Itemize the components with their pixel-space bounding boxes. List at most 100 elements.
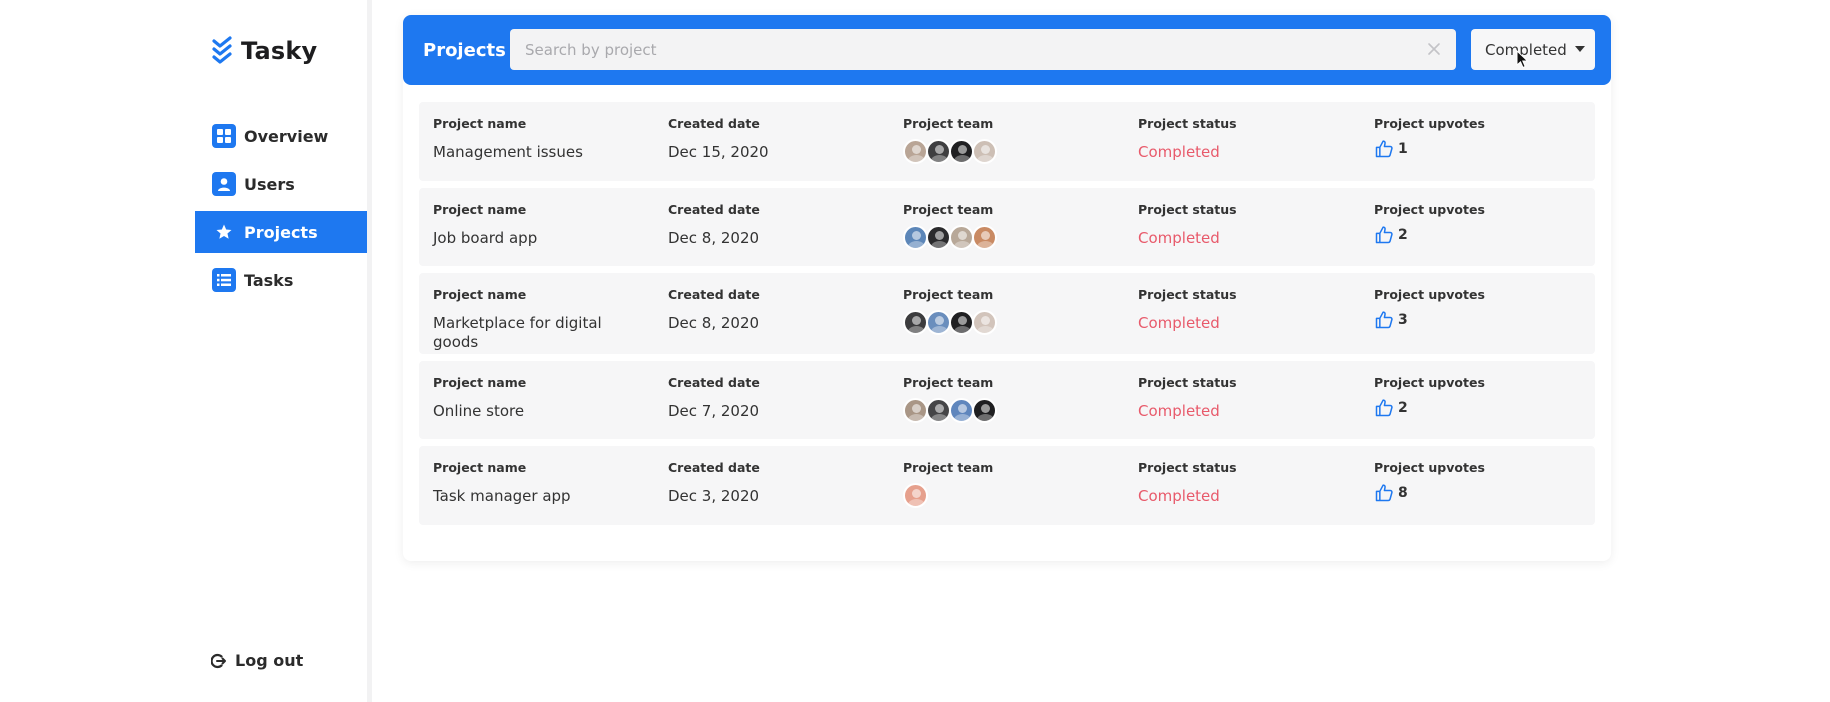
project-name: Online store [433,402,525,420]
project-team-cell: Project team [903,116,997,164]
avatar[interactable] [949,398,974,423]
sidebar-item-users[interactable]: Users [195,163,367,205]
upvote-control[interactable]: 2 [1374,398,1485,418]
thumbs-up-icon [1375,226,1393,244]
team-avatars [903,398,997,423]
project-team-cell: Project team [903,287,997,335]
avatar[interactable] [972,398,997,423]
upvote-control[interactable]: 1 [1374,139,1485,159]
avatar[interactable] [972,139,997,164]
column-label: Created date [668,460,760,475]
avatar[interactable] [903,225,928,250]
avatar[interactable] [926,225,951,250]
avatar[interactable] [926,310,951,335]
column-label: Project status [1138,287,1237,302]
star-icon [212,220,236,244]
status-badge: Completed [1138,314,1220,332]
created-date-cell: Created date Dec 15, 2020 [668,116,769,162]
page-title: Projects [423,39,506,61]
project-status-cell: Project status Completed [1138,116,1237,162]
project-row[interactable]: Project name Management issues Created d… [419,102,1595,181]
projects-panel: Projects Completed Project name Manageme… [403,15,1611,561]
upvote-count: 2 [1398,400,1408,416]
project-status-cell: Project status Completed [1138,375,1237,421]
created-date: Dec 15, 2020 [668,143,769,161]
column-label: Project name [433,202,527,217]
column-label: Project upvotes [1374,460,1485,475]
project-upvotes-cell: Project upvotes 2 [1374,202,1485,245]
search-box [510,29,1456,70]
project-upvotes-cell: Project upvotes 1 [1374,116,1485,159]
column-label: Project name [433,460,527,475]
sidebar-item-label: Overview [244,126,329,146]
mouse-cursor-icon [1516,50,1529,69]
caret-down-icon [1575,46,1585,52]
column-label: Project name [433,116,527,131]
project-row[interactable]: Project name Task manager app Created da… [419,446,1595,525]
column-label: Project status [1138,202,1237,217]
project-team-cell: Project team [903,202,997,250]
thumbs-up-icon [1375,484,1393,502]
avatar[interactable] [903,139,928,164]
upvote-control[interactable]: 2 [1374,225,1485,245]
project-row[interactable]: Project name Online store Created date D… [419,361,1595,439]
logout-button[interactable]: Log out [211,651,303,670]
project-name: Job board app [433,229,538,247]
upvote-control[interactable]: 3 [1374,310,1485,330]
created-date-cell: Created date Dec 8, 2020 [668,287,760,333]
team-avatars [903,225,997,250]
column-label: Project name [433,375,527,390]
grid-icon [212,124,236,148]
thumbs-up-icon [1375,399,1393,417]
created-date: Dec 8, 2020 [668,229,760,247]
project-team-cell: Project team [903,460,993,508]
avatar[interactable] [903,310,928,335]
logout-label: Log out [235,651,304,670]
created-date-cell: Created date Dec 3, 2020 [668,460,760,506]
status-badge: Completed [1138,143,1220,161]
search-input[interactable] [510,30,1390,69]
avatar[interactable] [972,225,997,250]
project-name-cell: Project name Marketplace for digital goo… [433,287,633,352]
created-date: Dec 7, 2020 [668,402,760,420]
upvote-control[interactable]: 8 [1374,483,1485,503]
project-status-cell: Project status Completed [1138,460,1237,506]
brand-name: Tasky [241,37,318,65]
avatar[interactable] [949,225,974,250]
column-label: Created date [668,375,760,390]
column-label: Created date [668,287,760,302]
sidebar-item-tasks[interactable]: Tasks [195,259,367,301]
sidebar-item-overview[interactable]: Overview [195,115,367,157]
avatar[interactable] [949,310,974,335]
avatar[interactable] [949,139,974,164]
sidebar-item-projects[interactable]: Projects [195,211,367,253]
team-avatars [903,483,993,508]
column-label: Project team [903,202,994,217]
project-row[interactable]: Project name Marketplace for digital goo… [419,273,1595,354]
sidebar-divider [367,0,372,702]
project-row[interactable]: Project name Job board app Created date … [419,188,1595,266]
upvote-count: 2 [1398,227,1408,243]
avatar[interactable] [926,398,951,423]
avatar[interactable] [926,139,951,164]
sidebar-item-label: Users [244,174,295,194]
project-name-cell: Project name Task manager app [433,460,633,506]
panel-header: Projects Completed [403,15,1611,85]
status-badge: Completed [1138,229,1220,247]
status-badge: Completed [1138,487,1220,505]
project-team-cell: Project team [903,375,997,423]
created-date: Dec 8, 2020 [668,314,760,332]
project-status-cell: Project status Completed [1138,287,1237,333]
status-badge: Completed [1138,402,1220,420]
avatar[interactable] [903,398,928,423]
created-date-cell: Created date Dec 7, 2020 [668,375,760,421]
avatar[interactable] [903,483,928,508]
status-filter-select[interactable]: Completed [1471,29,1595,70]
project-name: Task manager app [433,487,571,505]
created-date-cell: Created date Dec 8, 2020 [668,202,760,248]
brand-logo[interactable]: Tasky [211,36,317,66]
thumbs-up-icon [1375,140,1393,158]
avatar[interactable] [972,310,997,335]
sidebar: Tasky Overview Users Projects Tasks Log … [195,0,367,702]
clear-search-icon[interactable] [1426,41,1442,57]
